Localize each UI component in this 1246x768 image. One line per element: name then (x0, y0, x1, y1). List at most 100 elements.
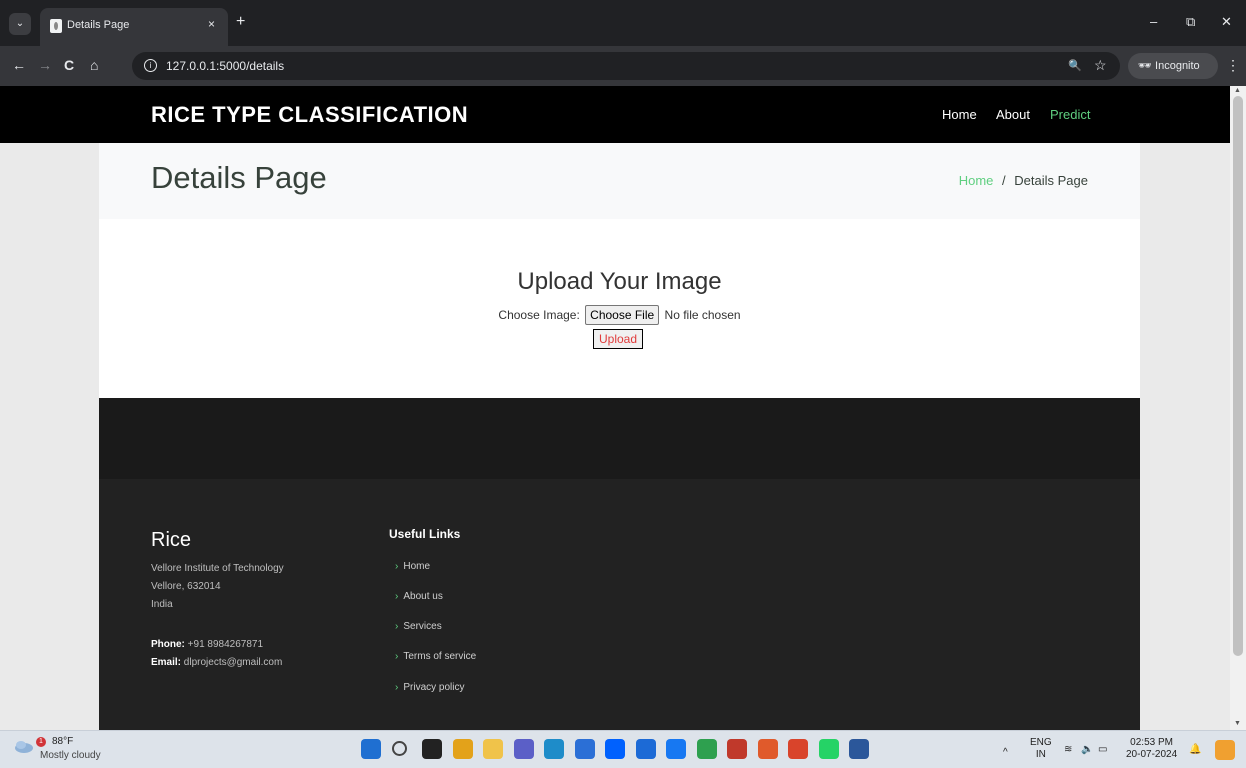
scroll-down-icon[interactable]: ▼ (1234, 720, 1241, 727)
edge-icon[interactable] (544, 739, 564, 759)
browser-tab[interactable]: Details Page × (40, 8, 228, 46)
tab-title: Details Page (67, 19, 130, 31)
footer-brand: Rice (151, 529, 192, 551)
weather-temp[interactable]: 88°F (52, 736, 73, 747)
footer-address-line3: India (151, 599, 173, 610)
site-logo[interactable]: RICE TYPE CLASSIFICATION (151, 102, 468, 128)
weather-badge-count: 1 (39, 738, 43, 745)
chevron-right-icon: › (395, 621, 399, 632)
teams-icon[interactable] (513, 739, 534, 759)
zoom-icon[interactable]: 🔍 (1068, 59, 1082, 72)
page-title: Details Page (151, 160, 327, 195)
chrome-profile-1-icon[interactable] (757, 739, 778, 759)
footer-link-services[interactable]: › Services (395, 621, 442, 632)
browser-menu-icon[interactable]: ⋮ (1226, 57, 1240, 74)
chrome-profile-2-icon[interactable] (788, 739, 808, 759)
favicon-icon (50, 19, 62, 33)
clock-time: 02:53 PM (1130, 737, 1173, 748)
store-icon[interactable] (574, 739, 595, 759)
bookmark-star-icon[interactable]: ☆ (1094, 57, 1107, 74)
address-bar[interactable]: i 127.0.0.1:5000/details 🔍 ☆ (132, 52, 1120, 80)
battery-icon[interactable]: ▭ (1098, 744, 1107, 756)
site-header: RICE TYPE CLASSIFICATION Home About Pred… (0, 86, 1230, 143)
footer-phone: Phone: +91 8984267871 (151, 639, 263, 650)
email-label: Email: (151, 657, 182, 668)
scrollbar-thumb[interactable] (1233, 96, 1243, 656)
nav-predict[interactable]: Predict (1050, 107, 1090, 122)
circle-app-icon[interactable] (696, 739, 717, 759)
chrome-icon[interactable] (452, 739, 473, 759)
clock-date: 20-07-2024 (1126, 749, 1178, 760)
task-view-icon[interactable] (422, 739, 442, 759)
phone-value: +91 8984267871 (187, 639, 264, 650)
choose-file-button[interactable]: Choose File (585, 305, 660, 325)
file-explorer-icon[interactable] (483, 739, 503, 759)
breadcrumb: Details Page Home / Details Page (99, 143, 1140, 219)
messenger-icon[interactable] (666, 739, 686, 759)
chevron-right-icon: › (395, 682, 399, 693)
back-icon[interactable]: ← (12, 57, 26, 73)
footer-link-terms[interactable]: › Terms of service (395, 651, 476, 662)
footer-link-label: Privacy policy (403, 682, 465, 693)
weather-desc[interactable]: Mostly cloudy (40, 750, 101, 761)
incognito-icon: 🕶 (1138, 60, 1156, 72)
site-info-icon[interactable]: i (144, 59, 157, 72)
dropbox-icon[interactable] (605, 739, 625, 759)
url-text[interactable]: 127.0.0.1:5000/details (166, 59, 284, 73)
show-hidden-icons-icon[interactable]: ^ (1003, 747, 1008, 759)
footer: Rice Vellore Institute of Technology Vel… (99, 479, 1140, 730)
scroll-up-icon[interactable]: ▲ (1234, 87, 1241, 94)
useful-links-title: Useful Links (389, 527, 461, 541)
forward-icon[interactable]: → (38, 57, 52, 73)
nav-about[interactable]: About (996, 107, 1030, 122)
search-icon[interactable] (391, 741, 407, 756)
minimize-icon[interactable]: – (1150, 14, 1157, 29)
breadcrumb-trail: Home / Details Page (959, 173, 1088, 188)
weather-badge: 1 (36, 737, 46, 747)
chevron-right-icon: › (395, 561, 399, 572)
volume-icon[interactable]: 🔈 (1081, 744, 1093, 756)
footer-link-about[interactable]: › About us (395, 591, 443, 602)
language-indicator[interactable]: ENG IN (1030, 737, 1052, 761)
incognito-badge[interactable]: 🕶 Incognito (1128, 53, 1218, 79)
lang-line2: IN (1035, 749, 1046, 760)
footer-top (99, 398, 1140, 479)
close-window-icon[interactable]: ✕ (1221, 14, 1232, 30)
tab-search-dropdown-icon[interactable]: ⌄ (9, 13, 31, 35)
footer-link-privacy[interactable]: › Privacy policy (395, 682, 464, 693)
snipping-tool-icon[interactable] (727, 739, 747, 759)
clock[interactable]: 02:53 PM 20-07-2024 (1126, 737, 1177, 761)
page-scrollbar[interactable]: ▲ ▼ (1230, 86, 1246, 730)
whatsapp-icon[interactable] (818, 739, 839, 759)
nav-home[interactable]: Home (942, 107, 977, 122)
footer-link-home[interactable]: › Home (395, 561, 430, 572)
phone-label: Phone: (151, 639, 185, 650)
home-icon[interactable]: ⌂ (90, 57, 98, 73)
email-value: dlprojects@gmail.com (183, 657, 283, 668)
upload-heading: Upload Your Image (517, 268, 722, 295)
footer-link-label: Home (403, 561, 431, 572)
copilot-icon[interactable] (1215, 740, 1235, 760)
tab-close-icon[interactable]: × (208, 17, 215, 31)
restore-icon[interactable]: ⧉ (1186, 14, 1195, 30)
breadcrumb-home-link[interactable]: Home (959, 173, 994, 188)
wifi-icon[interactable]: ≋ (1064, 744, 1072, 756)
lang-line1: ENG (1030, 737, 1052, 748)
word-icon[interactable] (849, 739, 869, 759)
chevron-right-icon: › (395, 591, 399, 602)
breadcrumb-separator: / (1002, 173, 1006, 188)
cloud-icon (15, 741, 33, 753)
reload-icon[interactable]: C (64, 57, 74, 73)
choose-image-label: Choose Image: (498, 308, 580, 322)
file-row: Choose Image: Choose File No file chosen (99, 305, 1140, 325)
notification-bell-icon[interactable]: 🔔 (1189, 744, 1201, 756)
calculator-icon[interactable] (635, 739, 656, 759)
start-icon[interactable] (361, 739, 381, 759)
browser-tab-bar: ⌄ Details Page × + – ⧉ ✕ (0, 0, 1246, 46)
footer-address-line2: Vellore, 632014 (151, 581, 221, 592)
footer-email: Email: dlprojects@gmail.com (151, 657, 282, 668)
new-tab-icon[interactable]: + (236, 13, 245, 31)
footer-link-label: Terms of service (403, 651, 477, 662)
upload-button[interactable]: Upload (593, 329, 644, 349)
browser-toolbar: ← → C ⌂ i 127.0.0.1:5000/details 🔍 ☆ 🕶 I… (0, 46, 1246, 86)
